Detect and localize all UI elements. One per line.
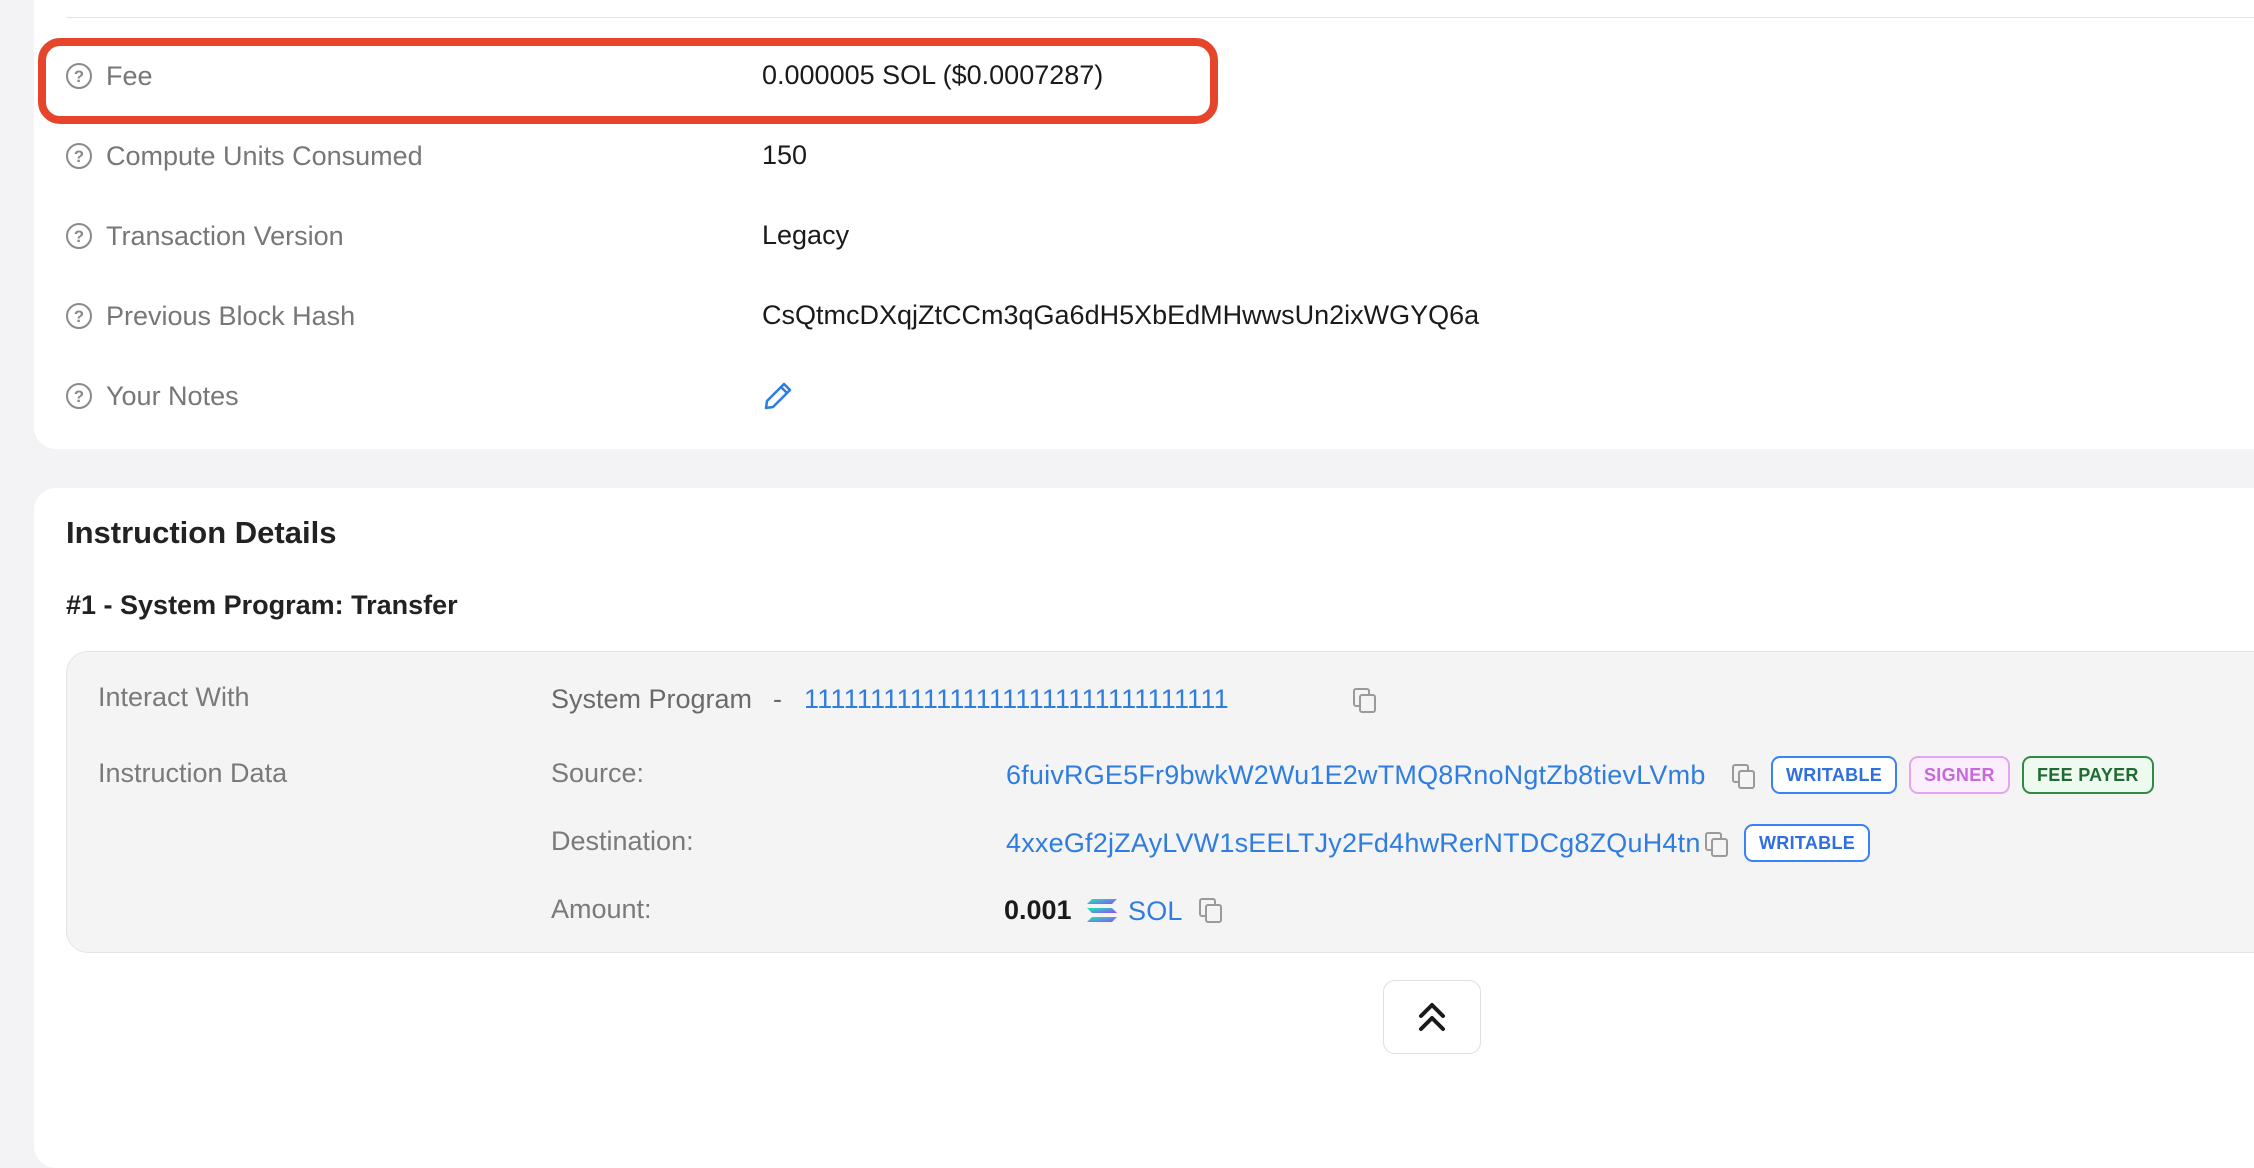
double-chevron-up-icon xyxy=(1419,1003,1445,1031)
copy-icon[interactable] xyxy=(1705,832,1728,857)
copy-icon[interactable] xyxy=(1353,688,1376,713)
writable-badge: WRITABLE xyxy=(1771,756,1898,794)
program-separator: - xyxy=(773,684,782,714)
compute-units-label: Compute Units Consumed xyxy=(106,140,423,171)
source-label: Source: xyxy=(551,758,645,788)
amount-value: 0.001 xyxy=(1004,895,1072,925)
your-notes-label: Your Notes xyxy=(106,380,239,411)
pencil-icon[interactable] xyxy=(762,380,794,417)
help-circle-icon[interactable]: ? xyxy=(66,143,92,169)
fee-payer-badge: FEE PAYER xyxy=(2022,756,2154,794)
fee-highlight-box xyxy=(38,38,1218,124)
program-name: System Program xyxy=(551,684,753,714)
copy-icon[interactable] xyxy=(1732,764,1755,789)
destination-address-link[interactable]: 4xxeGf2jZAyLVW1sEELTJy2Fd4hwRerNTDCg8ZQu… xyxy=(1006,828,1701,859)
token-link[interactable]: SOL xyxy=(1128,896,1183,927)
instruction-data-label: Instruction Data xyxy=(98,758,288,788)
instruction-title: #1 - System Program: Transfer xyxy=(66,590,458,620)
previous-block-hash-row: ? Previous Block Hash xyxy=(66,296,355,336)
signer-badge: SIGNER xyxy=(1909,756,2010,794)
divider xyxy=(66,17,2254,18)
compute-units-value: 150 xyxy=(762,140,808,170)
previous-block-hash-label: Previous Block Hash xyxy=(106,300,356,331)
scroll-to-top-button[interactable] xyxy=(1383,980,1481,1054)
interact-with-label: Interact With xyxy=(98,682,250,712)
help-circle-icon[interactable]: ? xyxy=(66,223,92,249)
solana-logo-icon xyxy=(1086,897,1118,930)
transaction-version-label: Transaction Version xyxy=(106,220,344,251)
previous-block-hash-value: CsQtmcDXqjZtCCm3qGa6dH5XbEdMHwwsUn2ixWGY… xyxy=(762,300,1480,330)
compute-units-row: ? Compute Units Consumed xyxy=(66,136,423,176)
transaction-version-value: Legacy xyxy=(762,220,850,250)
help-circle-icon[interactable]: ? xyxy=(66,383,92,409)
section-title: Instruction Details xyxy=(66,515,337,550)
destination-label: Destination: xyxy=(551,826,694,856)
program-address-link[interactable]: 11111111111111111111111111111111 xyxy=(804,684,1229,715)
amount-label: Amount: xyxy=(551,894,652,924)
help-circle-icon[interactable]: ? xyxy=(66,303,92,329)
transaction-version-row: ? Transaction Version xyxy=(66,216,344,256)
source-address-link[interactable]: 6fuivRGE5Fr9bwkW2Wu1E2wTMQ8RnoNgtZb8tiev… xyxy=(1006,760,1706,791)
your-notes-row: ? Your Notes xyxy=(66,376,239,416)
writable-badge: WRITABLE xyxy=(1744,824,1871,862)
copy-icon[interactable] xyxy=(1199,898,1222,923)
